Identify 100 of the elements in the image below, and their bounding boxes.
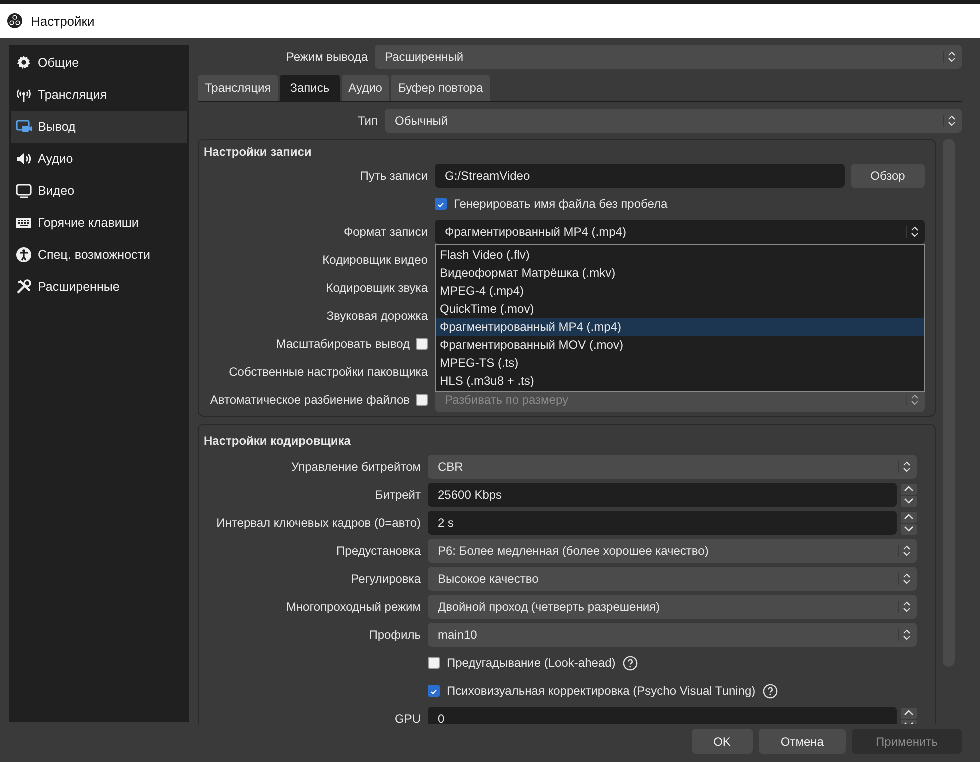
dropdown[interactable]: Фрагментированный MP4 (.mp4)	[435, 220, 925, 244]
tab[interactable]: Буфер повтора	[391, 75, 490, 101]
monitor-camera-icon	[16, 119, 32, 135]
sidebar-label: Горячие клавиши	[38, 216, 139, 230]
updown-icon	[898, 545, 911, 557]
updown-icon	[943, 115, 956, 127]
field-label: Регулировка	[351, 572, 421, 586]
chevron-up-icon	[904, 486, 914, 492]
dropdown[interactable]: CBR	[428, 455, 917, 479]
checkbox[interactable]	[435, 198, 447, 210]
dropdown[interactable]: Расширенный	[375, 45, 962, 69]
chevron-down-icon	[904, 526, 914, 532]
accessibility-icon	[16, 247, 32, 263]
dropdown[interactable]: Обычный	[385, 109, 962, 133]
field-label: Управление битрейтом	[292, 460, 421, 474]
chevron-up-icon	[904, 514, 914, 520]
browse-button[interactable]: Обзор	[851, 164, 925, 188]
sidebar-label: Общие	[38, 56, 80, 70]
help-icon[interactable]	[762, 684, 778, 698]
tab[interactable]: Трансляция	[198, 75, 278, 101]
sidebar-item[interactable]: Спец. возможности	[11, 239, 187, 271]
group-title: Настройки кодировщика	[204, 434, 351, 448]
logo-icon	[7, 13, 23, 29]
tools-icon	[16, 279, 32, 295]
help-icon[interactable]	[622, 656, 638, 670]
window-title: Настройки	[31, 14, 95, 28]
dropdown-option[interactable]: Фрагментированный MOV (.mov)	[436, 336, 924, 354]
field-label: Битрейт	[375, 488, 421, 502]
checkbox[interactable]	[428, 685, 440, 697]
field-label: Масштабировать вывод	[276, 337, 410, 351]
dropdown-option[interactable]: HLS (.m3u8 + .ts)	[436, 372, 924, 390]
number-field[interactable]: 2 s	[428, 511, 897, 535]
sidebar-item[interactable]: Расширенные	[11, 271, 187, 303]
updown-icon	[898, 573, 911, 585]
dropdown-option[interactable]: MPEG-TS (.ts)	[436, 354, 924, 372]
sidebar-label: Расширенные	[38, 280, 120, 294]
keyboard-icon	[16, 215, 32, 231]
dropdown[interactable]: Двойной проход (четверть разрешения)	[428, 595, 917, 619]
checkbox[interactable]	[428, 657, 440, 669]
updown-icon	[898, 601, 911, 613]
checkbox[interactable]	[416, 338, 428, 350]
sidebar-item[interactable]: Горячие клавиши	[11, 207, 187, 239]
chevron-up-icon	[904, 710, 914, 716]
spin-up-button[interactable]	[901, 708, 917, 718]
path-field[interactable]: G:/StreamVideo	[435, 164, 845, 188]
group-title: Настройки записи	[204, 145, 312, 159]
sidebar-item[interactable]: Вывод	[11, 111, 187, 143]
dropdown[interactable]: P6: Более медленная (более хорошее качество)	[428, 539, 917, 563]
dropdown-option[interactable]: Фрагментированный MP4 (.mp4)	[436, 318, 924, 336]
field-label: Профиль	[369, 628, 421, 642]
sidebar-label: Видео	[38, 184, 75, 198]
field-label: Многопроходный режим	[286, 600, 421, 614]
field-label: Формат записи	[344, 225, 428, 239]
sidebar-label: Аудио	[38, 152, 74, 166]
tab[interactable]: Запись	[280, 75, 340, 101]
updown-icon	[898, 629, 911, 641]
spin-up-button[interactable]	[901, 512, 917, 522]
monitor-icon	[16, 183, 32, 199]
field-label: Путь записи	[360, 169, 428, 183]
dropdown-option[interactable]: MPEG-4 (.mp4)	[436, 282, 924, 300]
sidebar-item[interactable]: Общие	[11, 47, 187, 79]
tab[interactable]: Аудио	[342, 75, 390, 101]
dropdown[interactable]: main10	[428, 623, 917, 647]
field-label: Кодировщик звука	[326, 281, 428, 295]
check-icon	[429, 687, 439, 697]
dropdown-option[interactable]: Flash Video (.flv)	[436, 246, 924, 264]
chevron-down-icon	[904, 498, 914, 504]
field-label: Автоматическое разбиение файлов	[210, 393, 410, 407]
updown-icon	[898, 461, 911, 473]
updown-icon	[906, 394, 919, 406]
sidebar-item[interactable]: Видео	[11, 175, 187, 207]
number-field[interactable]: 0	[428, 707, 897, 724]
number-field[interactable]: 25600 Kbps	[428, 483, 897, 507]
checkbox-label: Психовизуальная корректировка (Psycho Visual Tuning)	[447, 684, 756, 698]
field-label: Интервал ключевых кадров (0=авто)	[216, 516, 421, 530]
field-label: Тип	[358, 114, 378, 128]
checkbox-label: Генерировать имя файла без пробела	[454, 197, 668, 211]
antenna-icon	[16, 87, 32, 103]
spin-up-button[interactable]	[901, 484, 917, 494]
field-label: GPU	[394, 712, 421, 724]
dropdown[interactable]: Высокое качество	[428, 567, 917, 591]
checkbox-label: Предугадывание (Look-ahead)	[447, 656, 616, 670]
field-label: Режим вывода	[286, 50, 368, 64]
field-label: Звуковая дорожка	[326, 309, 428, 323]
dropdown-option[interactable]: QuickTime (.mov)	[436, 300, 924, 318]
sidebar-item[interactable]: Аудио	[11, 143, 187, 175]
sidebar-label: Трансляция	[38, 88, 107, 102]
sidebar-item[interactable]: Трансляция	[11, 79, 187, 111]
field-label: Собственные настройки паковщика	[229, 365, 428, 379]
field-label: Кодировщик видео	[322, 253, 428, 267]
dropdown-option[interactable]: Видеоформат Матрёшка (.mkv)	[436, 264, 924, 282]
dialog-button[interactable]: Отмена	[758, 729, 846, 754]
checkbox[interactable]	[416, 394, 428, 406]
dialog-button[interactable]: OK	[692, 729, 753, 754]
updown-icon	[906, 226, 919, 238]
sidebar-label: Вывод	[38, 120, 76, 134]
speaker-icon	[16, 151, 32, 167]
spin-down-button[interactable]	[901, 496, 917, 506]
gear-icon	[16, 55, 32, 71]
spin-down-button[interactable]	[901, 524, 917, 534]
